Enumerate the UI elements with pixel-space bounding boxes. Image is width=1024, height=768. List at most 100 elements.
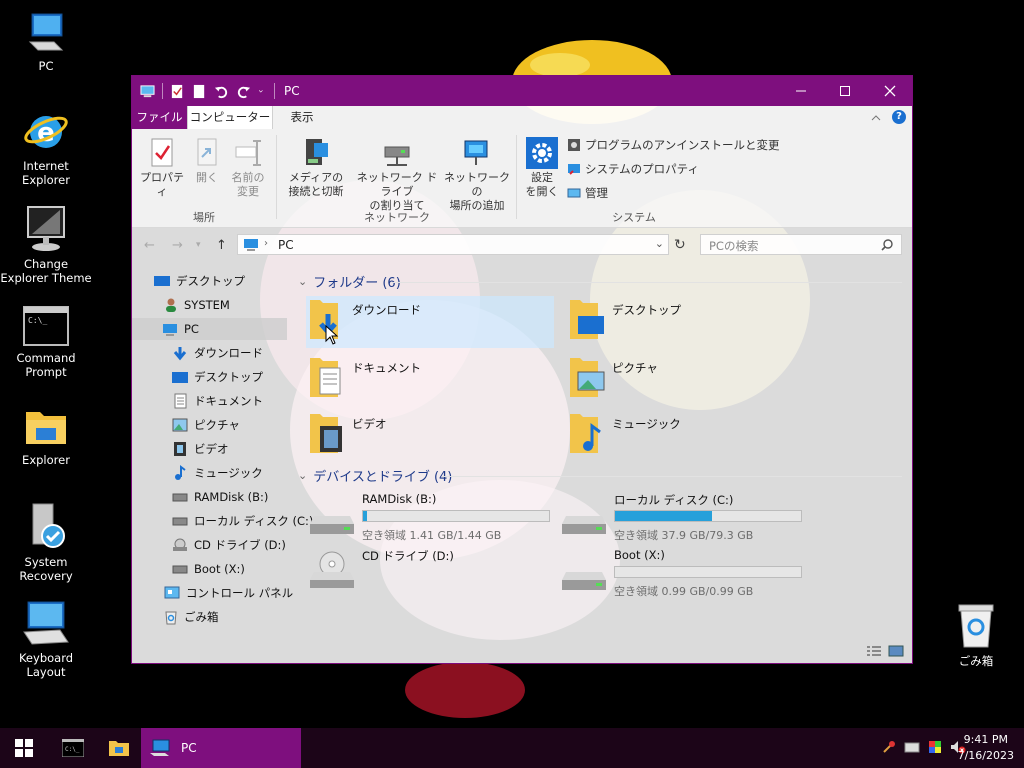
taskbar: C:\_ PC 9:41 PM 7/16/2023 xyxy=(0,728,1024,768)
chevron-down-icon[interactable] xyxy=(258,84,267,99)
tab-computer[interactable]: コンピューター xyxy=(187,106,273,129)
help-icon[interactable]: ? xyxy=(892,110,906,124)
clock-time: 9:41 PM xyxy=(963,733,1008,746)
desktop-icon-recycle-bin[interactable]: ごみ箱 xyxy=(944,603,1008,669)
minimize-button[interactable] xyxy=(778,76,824,106)
ribbon-tabs: ファイル コンピューター 表示 ? xyxy=(132,106,912,129)
desktop-icon-command-prompt[interactable]: C:\_ Command Prompt xyxy=(0,306,92,379)
nav-item-recycle-bin[interactable]: ごみ箱 xyxy=(164,606,219,628)
taskbar-window-pc[interactable]: PC xyxy=(141,728,301,768)
refresh-icon[interactable]: ↻ xyxy=(674,237,686,253)
folder-item-pictures[interactable]: ピクチャ xyxy=(566,354,814,406)
nav-item-control-panel[interactable]: コントロール パネル xyxy=(164,582,293,604)
properties-icon[interactable] xyxy=(170,84,185,99)
folder-item-videos[interactable]: ビデオ xyxy=(306,410,554,462)
recent-locations-icon[interactable]: ▾ xyxy=(196,240,201,250)
nav-item-desktop-folder[interactable]: デスクトップ xyxy=(172,366,263,388)
rename-button[interactable]: 名前の 変更 xyxy=(226,137,270,199)
computer-icon xyxy=(28,13,64,51)
rename-label-2: 変更 xyxy=(237,185,259,198)
media-connect-button[interactable]: メディアの 接続と切断 xyxy=(282,137,350,199)
desktop-icon-explorer[interactable]: Explorer xyxy=(0,406,92,467)
drive-item-cd-drive[interactable]: CD ドライブ (D:) xyxy=(308,548,558,602)
new-folder-icon[interactable] xyxy=(192,84,207,99)
nav-item-desktop[interactable]: デスクトップ xyxy=(154,270,245,292)
desktop-icon-label: Internet Explorer xyxy=(22,159,70,187)
taskbar-explorer[interactable] xyxy=(96,728,142,768)
collapse-ribbon-icon[interactable] xyxy=(870,112,882,122)
videos-folder-icon xyxy=(310,414,342,453)
open-button[interactable]: 開く xyxy=(192,137,222,185)
close-button[interactable] xyxy=(867,76,912,106)
undo-icon[interactable] xyxy=(214,84,229,99)
open-settings-button[interactable]: 設定 を開く xyxy=(522,137,562,199)
nav-item-ramdisk[interactable]: RAMDisk (B:) xyxy=(172,486,268,508)
drive-item-ramdisk[interactable]: RAMDisk (B:) 空き領域 1.41 GB/1.44 GB xyxy=(308,492,558,546)
desktop-icon-change-explorer-theme[interactable]: Change Explorer Theme xyxy=(0,204,92,285)
chevron-down-icon[interactable]: ⌄ xyxy=(655,237,664,250)
desktop-icon-system-recovery[interactable]: System Recovery xyxy=(0,502,92,583)
nav-item-videos[interactable]: ビデオ xyxy=(172,438,229,460)
folder-item-desktop[interactable]: デスクトップ xyxy=(566,296,814,348)
nav-item-downloads[interactable]: ダウンロード xyxy=(172,342,263,364)
taskbar-command-prompt[interactable]: C:\_ xyxy=(50,728,96,768)
nav-item-boot[interactable]: Boot (X:) xyxy=(172,558,245,580)
search-input[interactable]: PCの検索 xyxy=(700,234,902,255)
recycle-bin-icon xyxy=(958,604,994,648)
nav-item-cd-drive[interactable]: CD ドライブ (D:) xyxy=(172,534,286,556)
tab-file[interactable]: ファイル xyxy=(132,106,187,129)
taskbar-window-label: PC xyxy=(181,741,197,755)
address-bar[interactable]: › PC ⌄ xyxy=(237,234,669,255)
tab-view[interactable]: 表示 xyxy=(282,106,322,129)
folders-section-header[interactable]: ⌄ フォルダー (6) xyxy=(298,272,401,291)
details-view-icon[interactable] xyxy=(866,645,882,657)
desktop-icon-keyboard-layout[interactable]: Keyboard Layout xyxy=(0,600,92,679)
clock[interactable]: 9:41 PM 7/16/2023 xyxy=(958,732,1014,764)
map-network-drive-button[interactable]: ネットワーク ドライブ の割り当て xyxy=(352,137,442,213)
computer-icon[interactable] xyxy=(140,84,155,99)
folder-item-downloads[interactable]: ダウンロード xyxy=(306,296,554,348)
up-arrow-icon[interactable]: ↑ xyxy=(216,238,227,253)
title-bar[interactable]: PC xyxy=(132,76,912,106)
large-icons-view-icon[interactable] xyxy=(888,645,904,657)
explorer-window[interactable]: PC ファイル コンピューター 表示 ? プロパティ 開く 名前の 変更 場所 … xyxy=(131,75,913,664)
svg-text:C:\_: C:\_ xyxy=(28,316,47,325)
drive-item-boot[interactable]: Boot (X:) 空き領域 0.99 GB/0.99 GB xyxy=(560,548,810,602)
download-arrow-icon xyxy=(173,347,187,361)
open-icon xyxy=(197,138,217,166)
nav-item-music[interactable]: ミュージック xyxy=(172,462,263,484)
nav-item-label: RAMDisk (B:) xyxy=(194,490,269,504)
nav-item-pc[interactable]: PC xyxy=(132,318,287,340)
drive-free-space: 空き領域 0.99 GB/0.99 GB xyxy=(614,585,754,598)
drive-item-local-disk[interactable]: ローカル ディスク (C:) 空き領域 37.9 GB/79.3 GB xyxy=(560,492,810,546)
desktop-icon-internet-explorer[interactable]: e Internet Explorer xyxy=(0,106,92,187)
forward-arrow-icon[interactable]: → xyxy=(172,238,183,253)
nav-item-pictures[interactable]: ピクチャ xyxy=(172,414,240,436)
desktop-icon-label: PC xyxy=(38,59,54,73)
tools-icon[interactable] xyxy=(882,740,896,754)
start-button[interactable] xyxy=(0,728,48,768)
add-network-location-button[interactable]: ネットワークの 場所の追加 xyxy=(444,137,510,213)
maximize-button[interactable] xyxy=(822,76,868,106)
uninstall-programs-button[interactable]: プログラムのアンインストールと変更 xyxy=(567,137,779,153)
system-properties-icon xyxy=(568,164,580,175)
breadcrumb-pc[interactable]: PC xyxy=(278,238,294,252)
system-properties-button[interactable]: システムのプロパティ xyxy=(567,161,699,177)
system-properties-label: システムのプロパティ xyxy=(585,162,699,176)
properties-button[interactable]: プロパティ xyxy=(138,137,186,199)
nav-item-system[interactable]: SYSTEM xyxy=(164,294,230,316)
drives-header-label: デバイスとドライブ (4) xyxy=(313,470,453,485)
folder-item-music[interactable]: ミュージック xyxy=(566,410,814,462)
manage-button[interactable]: 管理 xyxy=(567,185,608,201)
recycle-bin-label: ごみ箱 xyxy=(958,654,994,668)
desktop-icon-pc[interactable]: PC xyxy=(0,10,92,73)
address-row: ← → ▾ ↑ › PC ⌄ ↻ PCの検索 xyxy=(132,227,912,261)
back-arrow-icon[interactable]: ← xyxy=(144,238,155,253)
redo-icon[interactable] xyxy=(236,84,251,99)
display-icon[interactable] xyxy=(928,740,942,754)
keyboard-icon[interactable] xyxy=(904,741,920,753)
nav-item-documents[interactable]: ドキュメント xyxy=(172,390,263,412)
folder-item-documents[interactable]: ドキュメント xyxy=(306,354,554,406)
drives-section-header[interactable]: ⌄ デバイスとドライブ (4) xyxy=(298,466,452,485)
drive-free-space: 空き領域 37.9 GB/79.3 GB xyxy=(614,529,754,542)
